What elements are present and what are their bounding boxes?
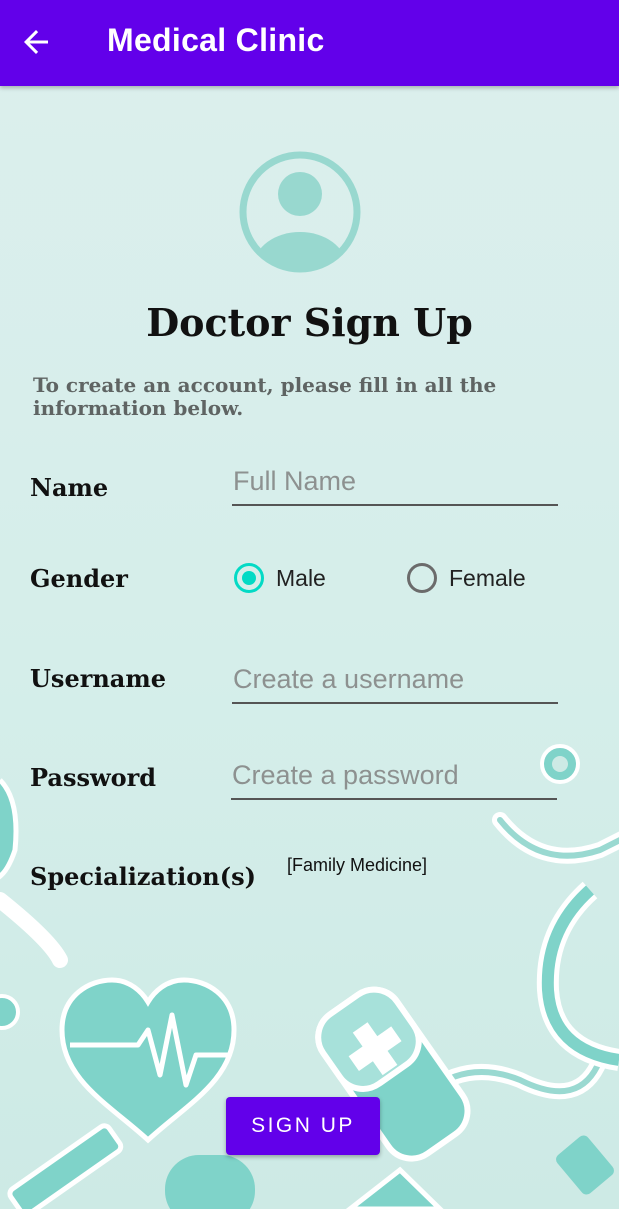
app-bar: Medical Clinic (0, 0, 619, 86)
account-circle-icon (239, 151, 361, 273)
full-name-input[interactable] (232, 458, 558, 506)
page-title: Doctor Sign Up (146, 300, 473, 345)
gender-label: Gender (30, 564, 128, 593)
specialization-label: Specialization(s) (30, 862, 256, 891)
radio-selected-icon (234, 563, 264, 593)
specialization-value[interactable]: [Family Medicine] (287, 855, 427, 876)
app-title: Medical Clinic (107, 22, 325, 58)
gender-radio-female[interactable]: Female (407, 560, 526, 596)
username-label: Username (30, 664, 167, 693)
password-input[interactable] (231, 752, 557, 800)
gender-radio-male[interactable]: Male (234, 560, 326, 596)
radio-unselected-icon (407, 563, 437, 593)
arrow-left-icon[interactable] (18, 24, 54, 60)
sign-up-button[interactable]: SIGN UP (226, 1097, 380, 1155)
instructions-text: To create an account, please fill in all… (33, 373, 497, 420)
radio-label-female: Female (449, 564, 526, 591)
password-label: Password (30, 763, 157, 792)
username-input[interactable] (232, 656, 558, 704)
name-label: Name (30, 473, 109, 502)
radio-label-male: Male (276, 564, 326, 591)
